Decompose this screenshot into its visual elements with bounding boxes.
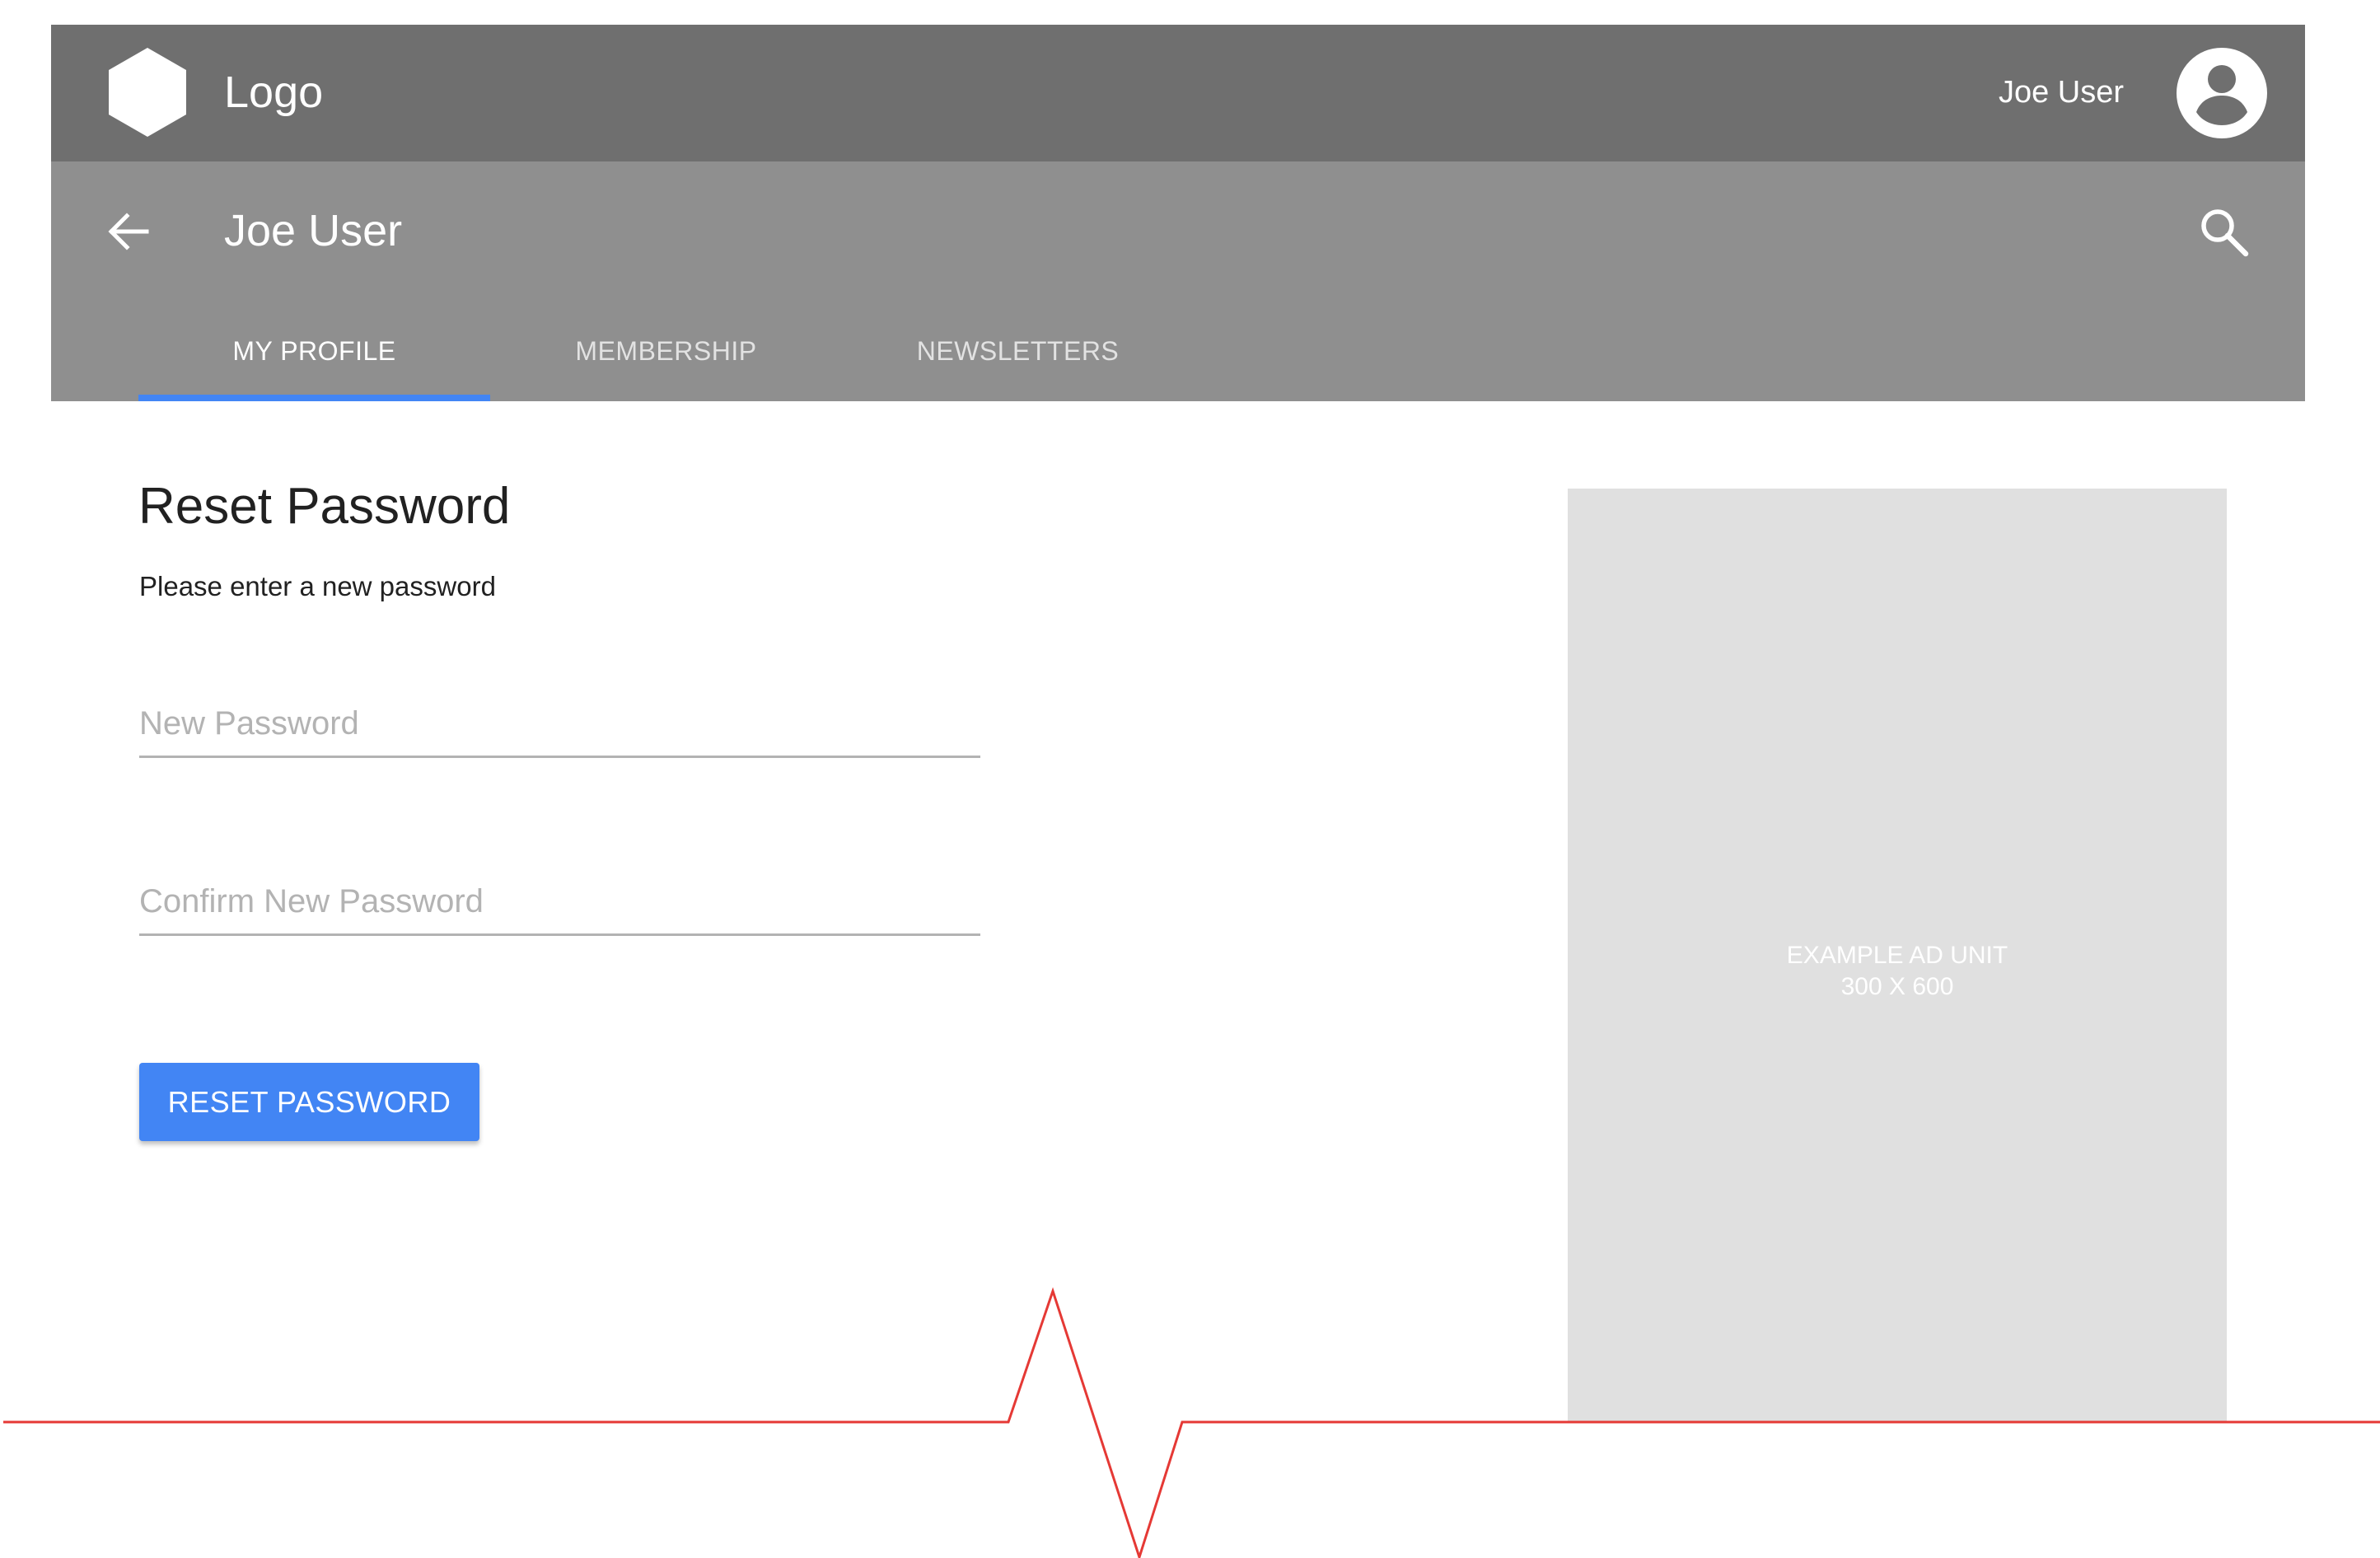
confirm-password-input[interactable] — [139, 870, 980, 933]
tab-my-profile[interactable]: MY PROFILE — [138, 310, 490, 401]
tab-newsletters[interactable]: NEWSLETTERS — [842, 310, 1194, 401]
search-icon[interactable] — [2196, 204, 2251, 259]
top-app-bar: Logo Joe User — [51, 25, 2305, 161]
new-password-input[interactable] — [139, 692, 980, 756]
hexagon-icon[interactable] — [109, 48, 186, 137]
page: Logo Joe User Joe User MY PROFILE MEMBER… — [0, 0, 2380, 1558]
reset-password-button[interactable]: RESET PASSWORD — [139, 1063, 479, 1141]
tab-membership[interactable]: MEMBERSHIP — [490, 310, 842, 401]
sub-header-title: Joe User — [224, 206, 403, 255]
page-title: Reset Password — [138, 478, 511, 535]
page-subtitle: Please enter a new password — [139, 571, 496, 601]
confirm-password-field — [139, 870, 980, 936]
account-circle-icon[interactable] — [2177, 48, 2267, 138]
logo-label[interactable]: Logo — [224, 66, 323, 119]
profile-sub-header: Joe User MY PROFILE MEMBERSHIP NEWSLETTE… — [51, 161, 2305, 401]
ad-unit-label: EXAMPLE AD UNIT 300 X 600 — [1568, 940, 2227, 1003]
ad-unit-title: EXAMPLE AD UNIT — [1786, 942, 2008, 969]
ad-unit[interactable]: EXAMPLE AD UNIT 300 X 600 — [1568, 489, 2227, 1423]
arrow-left-icon[interactable] — [99, 203, 157, 260]
new-password-field — [139, 692, 980, 758]
profile-tabs: MY PROFILE MEMBERSHIP NEWSLETTERS — [138, 310, 1194, 401]
header-user-name[interactable]: Joe User — [1999, 73, 2124, 112]
ad-unit-size: 300 X 600 — [1840, 973, 1954, 1000]
